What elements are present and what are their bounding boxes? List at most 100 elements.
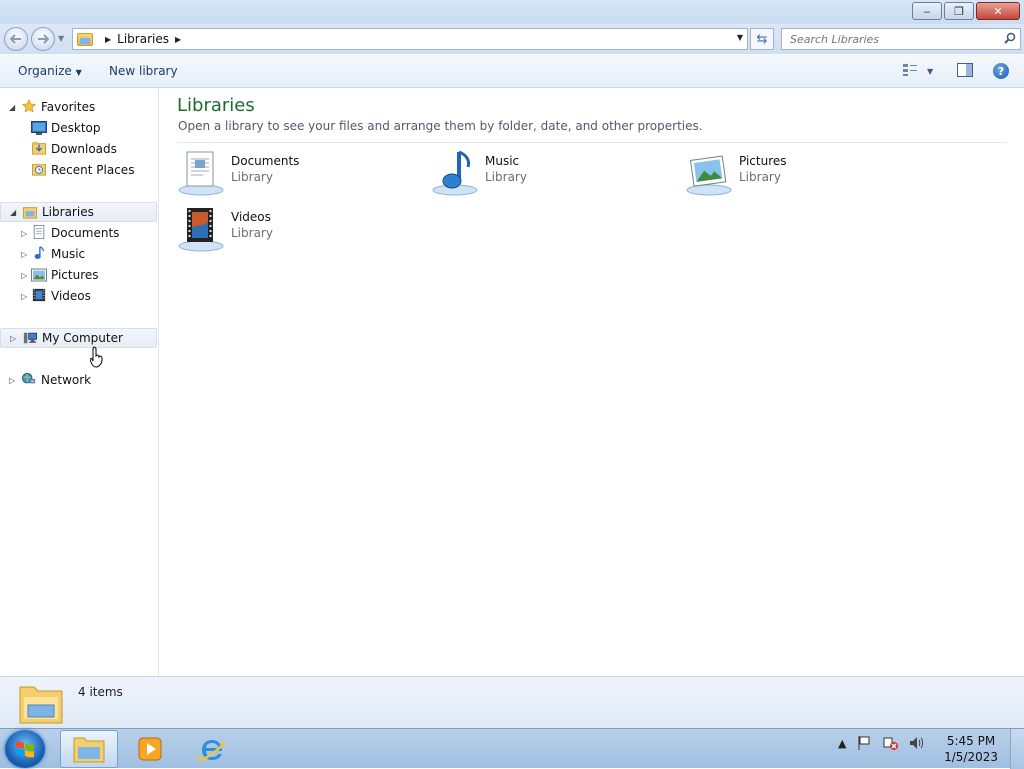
my-computer-label: My Computer (42, 331, 123, 345)
show-desktop-button[interactable] (1010, 729, 1024, 769)
music-note-icon (34, 246, 44, 259)
address-bar[interactable]: ▶ Libraries ▶ ▼ (72, 28, 748, 50)
tree-item-pictures[interactable]: ▷ Pictures (0, 265, 157, 285)
videos-library-icon (178, 208, 224, 252)
network-status-icon[interactable] (882, 735, 899, 751)
recent-places-icon (32, 164, 46, 176)
back-arrow-icon (10, 34, 21, 44)
refresh-icon: ⇆ (756, 31, 768, 47)
address-dropdown-icon[interactable]: ▼ (737, 33, 743, 42)
internet-explorer-icon (197, 740, 226, 761)
view-dropdown-icon[interactable]: ▼ (927, 67, 933, 76)
minimize-button[interactable]: ‒ (912, 2, 942, 20)
libraries-label: Libraries (42, 205, 94, 219)
collapsed-arrow-icon[interactable]: ▷ (9, 376, 15, 385)
new-library-button[interactable]: New library (109, 64, 178, 78)
system-tray: ▲ (838, 735, 924, 751)
desktop-icon (31, 121, 47, 135)
divider (177, 142, 1007, 143)
collapsed-arrow-icon[interactable]: ▷ (10, 334, 16, 343)
breadcrumb-libraries[interactable]: Libraries (117, 32, 169, 46)
organize-button[interactable]: Organize ▼ (18, 64, 82, 78)
pictures-library-icon (686, 155, 732, 196)
preview-pane-button[interactable] (957, 63, 973, 80)
page-title: Libraries (177, 95, 255, 116)
library-item-documents[interactable]: Documents Library (177, 150, 417, 202)
details-pane: 4 items (0, 676, 1024, 728)
hand-cursor-icon (90, 346, 103, 368)
tree-network[interactable]: ▷ Network (0, 370, 157, 390)
library-name: Documents (231, 154, 300, 168)
volume-icon[interactable] (908, 735, 924, 751)
network-icon (22, 372, 36, 384)
network-label: Network (41, 373, 92, 387)
tree-item-recent-places[interactable]: Recent Places (0, 160, 157, 180)
library-type: Library (485, 170, 527, 184)
item-count: 4 items (78, 685, 123, 699)
page-description: Open a library to see your files and arr… (178, 119, 703, 133)
taskbar-internet-explorer-button[interactable] (184, 730, 242, 768)
tree-item-videos[interactable]: ▷ Videos (0, 286, 157, 306)
forward-arrow-icon (38, 34, 49, 44)
library-item-pictures[interactable]: Pictures Library (685, 150, 925, 202)
back-button[interactable] (4, 27, 28, 51)
explorer-icon (73, 737, 105, 763)
maximize-button[interactable]: ❐ (944, 2, 974, 20)
taskbar: ▲ 5:45 PM 1/5/2023 (0, 728, 1024, 769)
start-button[interactable] (5, 730, 45, 768)
command-bar: Organize ▼ New library ▼ ? (0, 54, 1024, 88)
media-player-icon (138, 737, 162, 761)
action-center-flag-icon[interactable] (856, 735, 872, 751)
favorites-label: Favorites (41, 100, 96, 114)
libraries-folder-icon (77, 32, 93, 46)
search-icon[interactable] (1004, 32, 1016, 47)
library-name: Videos (231, 210, 271, 224)
library-type: Library (231, 226, 273, 240)
show-hidden-icons-icon[interactable]: ▲ (838, 737, 846, 750)
taskbar-media-player-button[interactable] (121, 730, 179, 768)
collapsed-arrow-icon[interactable]: ▷ (21, 250, 27, 259)
collapsed-arrow-icon[interactable]: ▷ (21, 271, 27, 280)
taskbar-explorer-button[interactable] (60, 730, 118, 768)
tree-item-documents[interactable]: ▷ Documents (0, 223, 157, 243)
content-pane: Libraries Open a library to see your fil… (160, 88, 1024, 676)
libraries-icon (23, 207, 37, 219)
close-button[interactable]: ✕ (976, 2, 1020, 20)
search-box[interactable] (781, 28, 1021, 50)
search-input[interactable] (790, 32, 1000, 46)
tree-item-downloads[interactable]: Downloads (0, 139, 157, 159)
clock-time: 5:45 PM (946, 734, 996, 748)
tree-libraries[interactable]: ◢ Libraries (0, 202, 157, 222)
collapsed-arrow-icon[interactable]: ▷ (21, 292, 27, 301)
library-item-videos[interactable]: Videos Library (177, 206, 417, 258)
title-bar[interactable]: ‒ ❐ ✕ (0, 0, 1024, 24)
help-icon: ? (997, 64, 1005, 78)
expanded-arrow-icon[interactable]: ◢ (10, 208, 16, 217)
navigation-pane: ◢ Favorites Desktop Downloads Recent Pla… (0, 88, 159, 676)
recent-pages-dropdown-icon[interactable]: ▼ (58, 34, 64, 43)
tree-favorites[interactable]: ◢ Favorites (0, 97, 157, 117)
refresh-button[interactable]: ⇆ (750, 28, 774, 50)
library-name: Music (485, 154, 520, 168)
tree-item-music[interactable]: ▷ Music (0, 244, 157, 264)
pictures-label: Pictures (51, 268, 99, 282)
videos-label: Videos (51, 289, 91, 303)
windows-logo-icon (16, 741, 34, 758)
preview-pane-icon (957, 63, 973, 77)
breadcrumb-chevron-icon[interactable]: ▶ (175, 35, 181, 44)
change-view-button[interactable] (902, 63, 918, 80)
tree-my-computer[interactable]: ▷ My Computer (0, 328, 157, 348)
collapsed-arrow-icon[interactable]: ▷ (21, 229, 27, 238)
clock-date: 1/5/2023 (944, 750, 998, 764)
help-button[interactable]: ? (993, 63, 1009, 79)
tree-item-desktop[interactable]: Desktop (0, 118, 157, 138)
expanded-arrow-icon[interactable]: ◢ (9, 103, 15, 112)
documents-label: Documents (51, 226, 120, 240)
library-type: Library (231, 170, 273, 184)
library-item-music[interactable]: Music Library (431, 150, 671, 202)
clock[interactable]: 5:45 PM 1/5/2023 (944, 733, 998, 765)
recent-places-label: Recent Places (51, 163, 135, 177)
star-icon (22, 99, 36, 113)
breadcrumb-chevron-icon[interactable]: ▶ (105, 35, 111, 44)
forward-button[interactable] (31, 27, 55, 51)
